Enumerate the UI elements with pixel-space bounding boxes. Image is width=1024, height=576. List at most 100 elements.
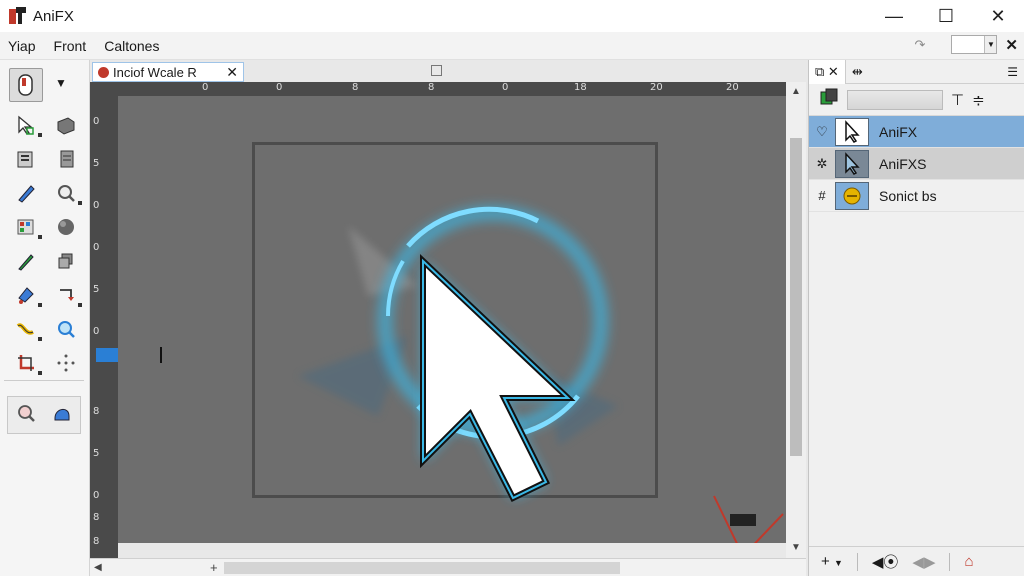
horizontal-ruler: 0 0 8 8 0 18 20 20 [90,82,786,96]
properties-icon: ⇹ [851,63,863,79]
document-tool-icon[interactable] [50,146,82,172]
heart-outline-icon[interactable]: ♡ [809,124,835,140]
ruler-label: 8 [352,82,359,93]
minimize-button[interactable]: — [868,0,920,32]
ruler-label: 5 [93,284,100,295]
layer-name: Sonict bs [879,187,937,204]
document-icon [98,66,109,78]
hash-icon[interactable]: # [809,188,835,203]
ruler-label: 18 [574,82,587,93]
ruler-label: 0 [93,116,100,127]
move-tool-icon[interactable] [50,350,82,376]
ruler-label: 0 [93,490,100,501]
layer-row[interactable]: ♡ AniFX [809,116,1024,148]
layers-panel: ⧉ ✕ ⇹ ☰ ⊤ ≑ ♡ AniFX ✲ AniFXS # Sonict bs… [808,59,1024,576]
sphere-tool-icon[interactable] [50,214,82,240]
crop-tool-icon[interactable] [10,350,42,376]
ruler-label: 0 [276,82,283,93]
text-tool-icon[interactable] [10,146,42,172]
add-marker-icon[interactable]: + [210,560,218,575]
fill-tool-icon[interactable] [10,282,42,308]
stage[interactable] [118,96,786,543]
toolbox-divider [4,380,84,381]
window-title: AniFX [33,7,74,25]
cursor-icon [835,149,869,178]
ruler-label: 0 [202,82,209,93]
app-logo-icon [7,5,29,27]
zoom-select[interactable]: ▼ [951,35,998,54]
menu-bar: Yiap Front Caltones ↷ ▼ ✕ [0,32,1024,60]
ruler-label: 8 [93,512,100,523]
distribute-icon[interactable]: ≑ [972,91,985,109]
divider [856,552,858,571]
scroll-up-icon[interactable]: ▲ [791,86,801,97]
layer-row[interactable]: # Sonict bs [809,180,1024,212]
ruler-label: 5 [93,158,100,169]
coin-icon [835,181,869,210]
horizontal-scrollbar[interactable]: ◀ + [90,558,806,576]
layer-name: AniFX [879,123,918,140]
close-button[interactable]: ✕ [972,0,1024,32]
maximize-button[interactable]: ☐ [920,0,972,32]
menu-item-caltones[interactable]: Caltones [95,38,168,54]
opacity-slider[interactable] [847,89,943,110]
chevron-down-icon: ▼ [984,36,997,53]
float-window-icon[interactable] [431,65,442,76]
ruler-label: 0 [502,82,509,93]
new-layer-icon[interactable] [819,87,839,112]
close-icon[interactable]: ✕ [226,64,238,81]
document-tab[interactable]: Inciof Wcale R ✕ [92,62,244,82]
pointer-tool-button[interactable] [9,68,43,102]
delete-layer-icon[interactable]: ⌂ [964,553,973,570]
layer-name: AniFXS [879,155,927,172]
panel-footer: + ▼ ◀⦿ ◀▶ ⌂ [809,546,1024,576]
ruler-label: 0 [93,326,100,337]
redo-icon[interactable]: ↷ [915,37,926,53]
ruler-label: 20 [726,82,739,93]
menu-item-yiap[interactable]: Yiap [0,38,45,54]
ruler-label: 0 [93,242,100,253]
close-icon[interactable]: ✕ [1005,36,1018,54]
text-caret-icon [160,347,162,363]
zoom-tool-icon[interactable] [50,180,82,206]
vertical-scrollbar[interactable]: ▲ ▼ [786,82,806,558]
divider [949,552,951,571]
vertical-scroll-thumb[interactable] [790,138,802,456]
pen-tool-icon[interactable] [10,180,42,206]
search-icon[interactable] [15,402,37,429]
menu-item-front[interactable]: Front [45,38,96,54]
horizontal-scroll-thumb[interactable] [224,562,620,574]
gear-icon[interactable]: ✲ [809,156,835,172]
palette-tool-icon[interactable] [10,214,42,240]
box-tool-icon[interactable] [50,112,82,138]
scroll-left-icon[interactable]: ◀ [94,562,102,573]
keyframe-nav-icon[interactable]: ◀▶ [912,553,935,571]
panel-menu-icon[interactable]: ☰ [1007,65,1018,79]
layers-tool-icon[interactable] [50,248,82,274]
magnify-tool-icon[interactable] [50,316,82,342]
close-icon[interactable]: ✕ [828,64,839,80]
select-tool-icon[interactable] [10,112,42,138]
tab-layers[interactable]: ⧉ ✕ [809,59,846,84]
hand-icon[interactable] [51,402,73,429]
cursor-icon [835,117,869,146]
vertical-ruler: 0 5 0 0 5 0 8 5 0 8 8 [90,96,118,558]
tab-properties[interactable]: ⇹ [846,60,869,84]
canvas-area: Inciof Wcale R ✕ 0 0 8 8 0 18 20 20 0 5 … [90,60,808,576]
cursor-artwork [298,206,784,543]
add-layer-icon[interactable]: + ▼ [821,553,843,570]
scroll-down-icon[interactable]: ▼ [791,542,801,553]
transform-tool-icon[interactable] [50,282,82,308]
align-icon[interactable]: ⊤ [951,91,964,109]
brush-tool-icon[interactable] [10,248,42,274]
chevron-down-icon[interactable]: ▼ [55,76,67,90]
ruler-label: 8 [428,82,435,93]
playhead-marker-icon[interactable] [96,348,118,362]
ruler-label: 5 [93,448,100,459]
layer-row[interactable]: ✲ AniFXS [809,148,1024,180]
sound-icon[interactable]: ◀⦿ [872,551,899,572]
layers-icon: ⧉ [815,63,825,79]
curve-tool-icon[interactable] [10,316,42,342]
ruler-label: 0 [93,200,100,211]
ruler-label: 20 [650,82,663,93]
